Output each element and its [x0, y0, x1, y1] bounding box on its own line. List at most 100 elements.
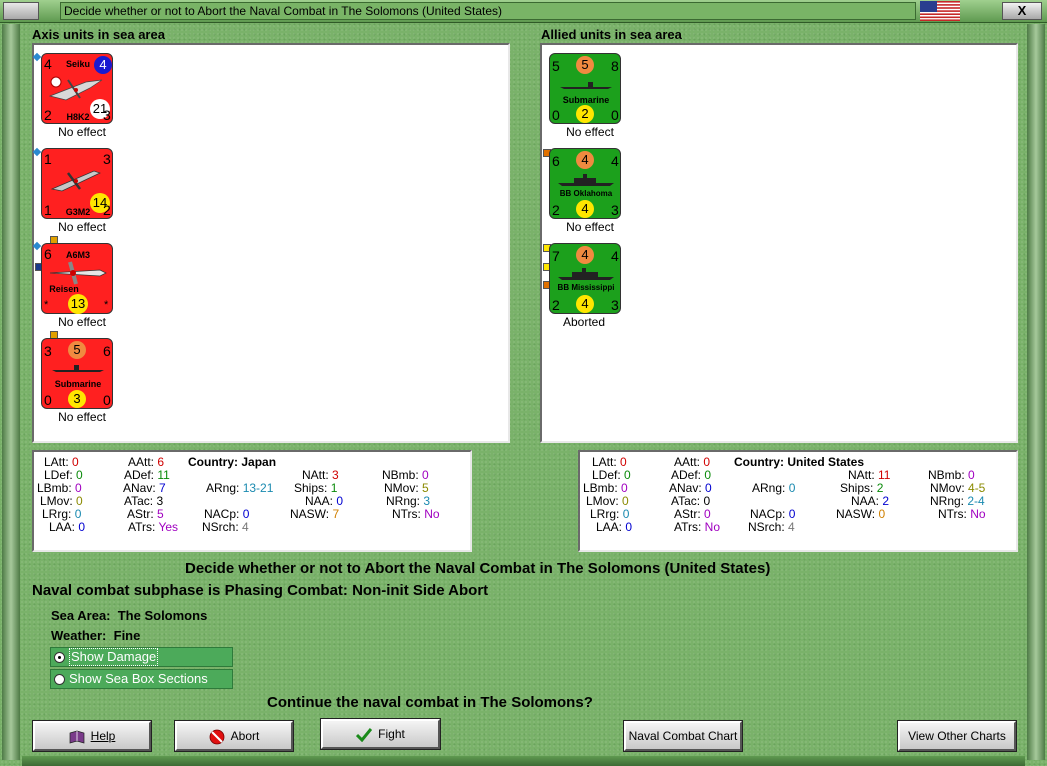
- stat-natt: NAtt: 3: [302, 468, 339, 482]
- stat-anav: ANav: 7: [123, 481, 166, 495]
- counter-value: 4: [576, 295, 594, 313]
- counter-value: 5: [68, 341, 86, 359]
- checkmark-icon: [356, 727, 373, 742]
- stat-nrng: NRng: 2-4: [930, 494, 985, 508]
- stat-nrng: NRng: 3: [386, 494, 431, 508]
- axis-unit-counter[interactable]: 6 A6M3 Reisen * 13 *: [41, 243, 113, 314]
- show-sea-box-label: Show Sea Box Sections: [69, 671, 208, 686]
- counter-value: 6: [103, 343, 111, 359]
- axis-units-panel[interactable]: 4 Seiku 4 21 2 H8K2 3 No effect 1 3 14 1…: [32, 43, 510, 443]
- stat-nmov: NMov: 4-5: [930, 481, 986, 495]
- radio-unselected-icon[interactable]: [54, 674, 65, 685]
- show-sea-box-radio[interactable]: Show Sea Box Sections: [50, 669, 233, 689]
- help-label: Help: [90, 729, 116, 743]
- unit-name: Submarine: [54, 379, 102, 389]
- stat-nsrch: NSrch: 4: [202, 520, 249, 534]
- counter-value: 3: [103, 107, 111, 123]
- stat-naa: NAA: 0: [305, 494, 344, 508]
- stat-latt: LAtt: 0: [592, 455, 627, 469]
- unit-marker-icon: [32, 147, 42, 157]
- stat-nbmb: NBmb: 0: [382, 468, 429, 482]
- unit-model: Reisen: [49, 284, 79, 294]
- radio-selected-icon[interactable]: [54, 652, 65, 663]
- allied-units-panel[interactable]: 5 5 8 Submarine 0 2 0 No effect 6 4 4 BB…: [540, 43, 1018, 443]
- stat-aatt: AAtt: 0: [674, 455, 711, 469]
- allied-unit-counter[interactable]: 6 4 4 BB Oklahoma 2 4 3: [549, 148, 621, 219]
- unit-status: No effect: [58, 315, 106, 329]
- axis-unit-counter[interactable]: 1 3 14 1 G3M2 2: [41, 148, 113, 219]
- unit-status: No effect: [58, 125, 106, 139]
- stat-astr: AStr: 0: [674, 507, 711, 521]
- axis-unit-counter[interactable]: 3 5 6 Submarine 0 3 0: [41, 338, 113, 409]
- show-damage-radio[interactable]: Show Damage: [50, 647, 233, 667]
- counter-value: *: [44, 299, 49, 311]
- left-rail: [2, 24, 20, 760]
- view-other-charts-button[interactable]: View Other Charts: [897, 720, 1017, 752]
- fight-button[interactable]: Fight: [320, 718, 441, 750]
- counter-value: 0: [44, 392, 52, 408]
- fighter-icon: [49, 261, 107, 285]
- title-bar: Decide whether or not to Abort the Naval…: [0, 0, 1047, 23]
- stat-lbmb: LBmb: 0: [583, 481, 628, 495]
- allied-stats-panel: LAtt: 0 LDef: 0 LBmb: 0 LMov: 0 LRrg: 0 …: [578, 450, 1018, 552]
- no-entry-icon: [209, 729, 225, 745]
- counter-value: 6: [552, 153, 560, 169]
- stat-laa: LAA: 0: [49, 520, 86, 534]
- stat-atrs: ATrs: Yes: [128, 520, 179, 534]
- allied-unit-counter[interactable]: 5 5 8 Submarine 0 2 0: [549, 53, 621, 124]
- counter-value: 3: [68, 390, 86, 408]
- counter-value: 4: [611, 248, 619, 264]
- stat-adef: ADef: 11: [124, 468, 170, 482]
- stat-lmov: LMov: 0: [40, 494, 83, 508]
- stat-arng: ARng: 13-21: [206, 481, 274, 495]
- unit-name: BB Oklahoma: [559, 189, 613, 198]
- unit-status: No effect: [58, 410, 106, 424]
- submarine-icon: [52, 365, 104, 372]
- window-title: Decide whether or not to Abort the Naval…: [60, 2, 916, 20]
- us-flag-icon: [920, 1, 960, 21]
- unit-status: Aborted: [562, 315, 606, 329]
- status-strip: [22, 756, 1025, 766]
- counter-value: 5: [552, 58, 560, 74]
- stat-ntrs: NTrs: No: [392, 507, 440, 521]
- counter-value: 4: [576, 151, 594, 169]
- counter-value: 2: [552, 202, 560, 218]
- stat-atrs: ATrs: No: [674, 520, 721, 534]
- battleship-icon: [558, 268, 614, 280]
- sea-area-label: Sea Area: The Solomons: [51, 608, 208, 623]
- system-menu-button[interactable]: [3, 2, 39, 20]
- subphase-text: Naval combat subphase is Phasing Combat:…: [32, 582, 489, 599]
- unit-status: No effect: [566, 125, 614, 139]
- axis-unit-counter[interactable]: 4 Seiku 4 21 2 H8K2 3: [41, 53, 113, 124]
- stat-atac: ATac: 3: [124, 494, 164, 508]
- fight-label: Fight: [378, 727, 405, 741]
- stat-ships: Ships: 1: [294, 481, 338, 495]
- naval-combat-chart-button[interactable]: Naval Combat Chart: [623, 720, 743, 752]
- counter-value: 2: [103, 202, 111, 218]
- allied-unit-counter[interactable]: 7 4 4 BB Mississippi 2 4 3: [549, 243, 621, 314]
- counter-value: 8: [611, 58, 619, 74]
- unit-status: No effect: [566, 220, 614, 234]
- unit-status: No effect: [58, 220, 106, 234]
- counter-value: 0: [611, 107, 619, 123]
- stat-adef: ADef: 0: [671, 468, 712, 482]
- stat-nacp: NACp: 0: [750, 507, 796, 521]
- counter-value: 4: [576, 200, 594, 218]
- bomber-icon: [50, 170, 101, 192]
- stat-natt: NAtt: 11: [848, 468, 891, 482]
- stat-aatt: AAtt: 6: [128, 455, 165, 469]
- stat-latt: LAtt: 0: [44, 455, 79, 469]
- stat-nsrch: NSrch: 4: [748, 520, 795, 534]
- stat-nbmb: NBmb: 0: [928, 468, 975, 482]
- counter-value: 0: [103, 392, 111, 408]
- counter-value: 2: [552, 297, 560, 313]
- abort-button[interactable]: Abort: [174, 720, 294, 752]
- stat-nacp: NACp: 0: [204, 507, 250, 521]
- close-button[interactable]: X: [1002, 2, 1042, 20]
- country: Country: United States: [734, 455, 865, 469]
- help-button[interactable]: Help: [32, 720, 152, 752]
- allied-panel-label: Allied units in sea area: [541, 27, 682, 42]
- unit-marker-icon: [32, 52, 42, 62]
- stat-astr: AStr: 5: [127, 507, 164, 521]
- axis-panel-label: Axis units in sea area: [32, 27, 165, 42]
